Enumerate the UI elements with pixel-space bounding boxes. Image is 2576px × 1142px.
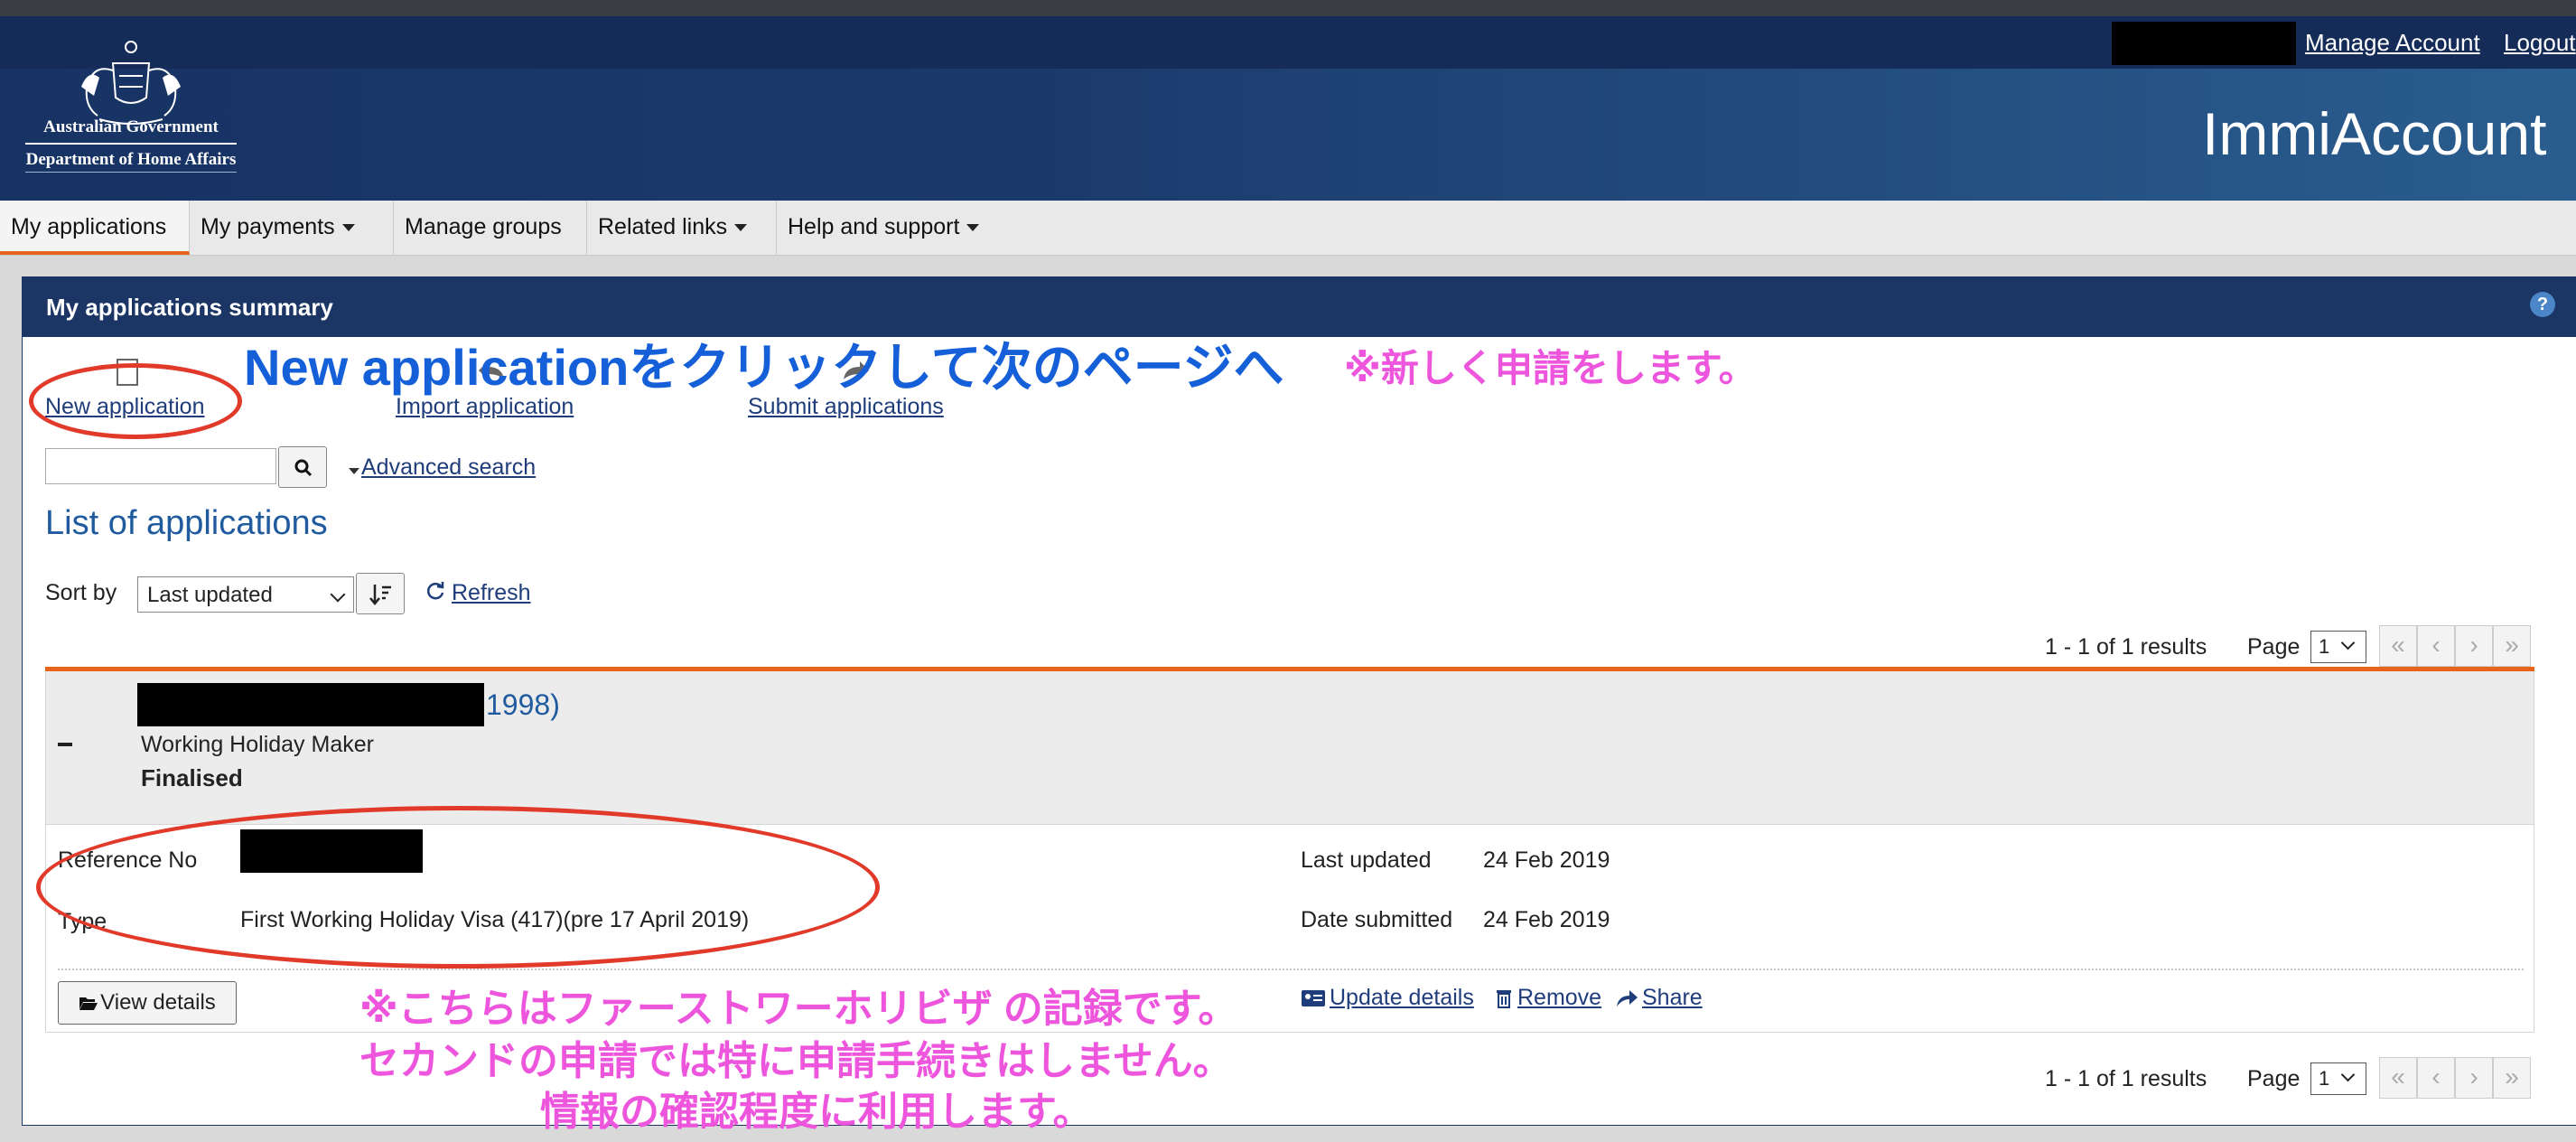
pager-first-button[interactable]: « xyxy=(2379,1057,2417,1099)
page-select[interactable]: 1 xyxy=(2310,631,2366,663)
view-details-button[interactable]: View details xyxy=(58,981,237,1025)
nav-label: Manage groups xyxy=(405,214,562,239)
pager-prev-button[interactable]: ‹ xyxy=(2417,625,2455,667)
last-updated-label: Last updated xyxy=(1301,847,1432,873)
visa-stream: Working Holiday Maker xyxy=(141,732,374,757)
update-details-link[interactable]: Update details xyxy=(1330,985,1474,1011)
nav-my-payments[interactable]: My payments xyxy=(190,201,394,255)
share-link[interactable]: Share xyxy=(1642,985,1703,1011)
pager-next-button[interactable]: › xyxy=(2455,1057,2493,1099)
caret-down-icon xyxy=(734,224,748,232)
sort-descending-icon xyxy=(369,585,391,605)
nav-label: My applications xyxy=(11,214,167,239)
annotation-record-line3: 情報の確認程度に利用します。 xyxy=(540,1090,1093,1134)
government-name: Australian Government xyxy=(43,117,219,136)
main-nav: My applications My payments Manage group… xyxy=(0,201,2576,256)
page-label-bottom: Page xyxy=(2247,1066,2301,1091)
page-label: Page xyxy=(2247,634,2301,660)
search-icon xyxy=(294,459,313,477)
list-title: List of applications xyxy=(45,504,328,542)
nav-label: Related links xyxy=(598,214,728,239)
highlight-ellipse-record xyxy=(36,806,880,969)
sort-order-button[interactable] xyxy=(356,573,405,614)
annotation-new-application-note: ※新しく申請をします。 xyxy=(1344,347,1757,389)
view-details-label: View details xyxy=(100,990,216,1015)
details-divider xyxy=(58,969,2524,970)
refresh-link[interactable]: Refresh xyxy=(452,580,531,606)
annotation-new-application: New applicationをクリックして次のページへ xyxy=(244,339,1284,396)
help-icon[interactable]: ? xyxy=(2530,292,2555,317)
pager-last-button[interactable]: » xyxy=(2493,1057,2531,1099)
caret-down-icon xyxy=(966,224,980,232)
logout-link[interactable]: Logout xyxy=(2504,29,2576,57)
id-card-icon xyxy=(1302,990,1325,1006)
annotation-record-line2: セカンドの申請では特に申請手続きはしません。 xyxy=(359,1039,1233,1083)
pager-next-button[interactable]: › xyxy=(2455,625,2493,667)
annotation-record-line1: ※こちらはファーストワーホリビザ の記録です。 xyxy=(359,987,1238,1031)
site-header: Australian Government Department of Home… xyxy=(0,16,2576,201)
header-divider-2 xyxy=(25,172,237,173)
redacted-username xyxy=(2112,22,2296,65)
share-icon xyxy=(1617,990,1638,1006)
nav-manage-groups[interactable]: Manage groups xyxy=(394,201,587,255)
results-count: 1 - 1 of 1 results xyxy=(2045,634,2207,660)
nav-my-applications[interactable]: My applications xyxy=(0,201,190,255)
trash-icon xyxy=(1497,990,1511,1008)
panel-title: My applications summary xyxy=(46,294,333,321)
nav-label: My payments xyxy=(201,214,335,239)
manage-account-link[interactable]: Manage Account xyxy=(2305,29,2480,57)
collapse-icon[interactable] xyxy=(58,743,72,746)
date-submitted-label: Date submitted xyxy=(1301,907,1453,932)
header-divider xyxy=(25,143,237,145)
search-input[interactable] xyxy=(45,448,276,484)
date-submitted-value: 24 Feb 2019 xyxy=(1483,907,1610,932)
applicant-name-suffix[interactable]: 1998) xyxy=(486,688,560,722)
highlight-ellipse-new-application xyxy=(29,363,242,439)
advanced-search-link[interactable]: Advanced search xyxy=(361,454,536,481)
nav-related-links[interactable]: Related links xyxy=(587,201,777,255)
app-title: ImmiAccount xyxy=(2202,100,2547,167)
sort-select[interactable]: Last updated xyxy=(137,576,354,613)
pager-prev-button[interactable]: ‹ xyxy=(2417,1057,2455,1099)
department-name: Department of Home Affairs xyxy=(25,150,237,169)
page-select-bottom[interactable]: 1 xyxy=(2310,1062,2366,1095)
last-updated-value: 24 Feb 2019 xyxy=(1483,847,1610,873)
nav-help-and-support[interactable]: Help and support xyxy=(777,201,1013,255)
caret-down-icon xyxy=(349,468,359,474)
search-button[interactable] xyxy=(278,446,327,488)
redacted-applicant-name xyxy=(137,683,484,726)
pager-last-button[interactable]: » xyxy=(2493,625,2531,667)
status-badge: Finalised xyxy=(141,764,243,791)
pager-first-button[interactable]: « xyxy=(2379,625,2417,667)
folder-open-icon xyxy=(79,997,98,1010)
results-count-bottom: 1 - 1 of 1 results xyxy=(2045,1066,2207,1091)
browser-top-strip xyxy=(0,0,2576,16)
sort-label: Sort by xyxy=(45,580,117,605)
caret-down-icon xyxy=(341,224,355,232)
remove-link[interactable]: Remove xyxy=(1517,985,1601,1011)
nav-label: Help and support xyxy=(788,214,960,239)
refresh-icon xyxy=(426,582,444,600)
